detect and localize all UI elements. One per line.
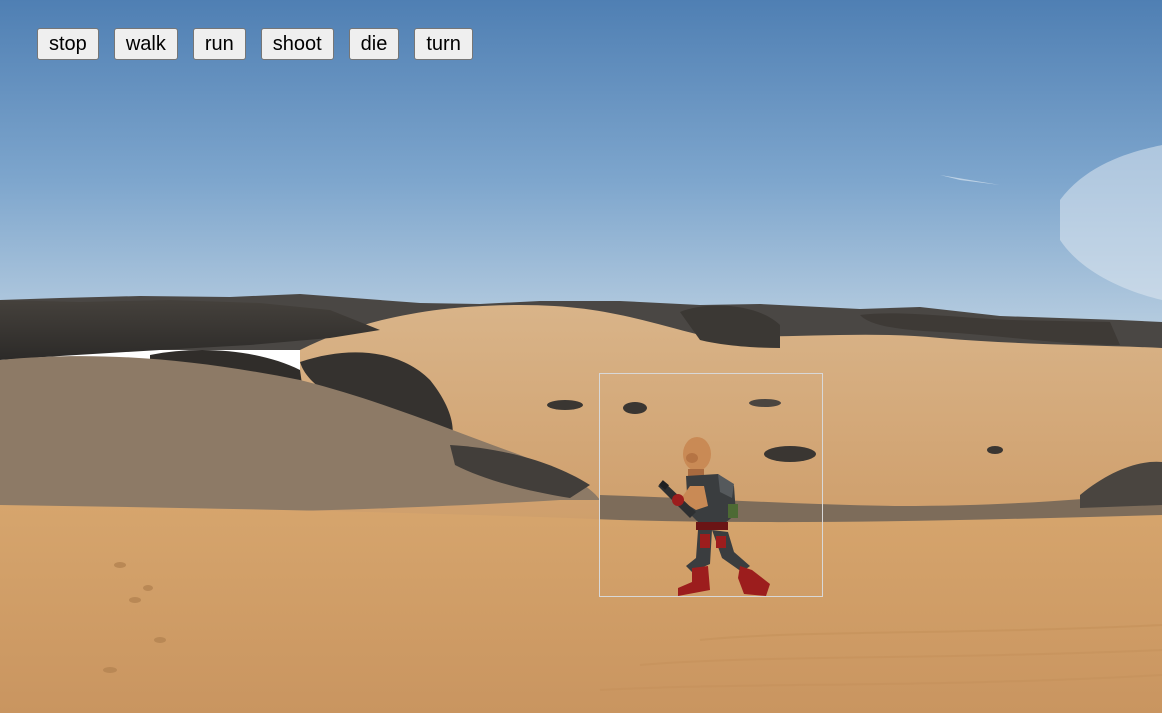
turn-button[interactable]: turn [414,28,473,60]
game-scene [0,0,1162,713]
run-button[interactable]: run [192,28,246,60]
soldier-boot-back [678,566,710,596]
shoot-button[interactable]: shoot [260,28,334,60]
soldier-boot-front [738,566,770,596]
walk-button[interactable]: walk [113,28,178,60]
die-button[interactable]: die [348,28,400,60]
character-sprite-frame [599,373,823,597]
soldier-sprite [658,437,770,596]
stop-button[interactable]: stop [37,28,99,60]
desert-background [0,0,1162,713]
animation-controls: stop walk run shoot die turn [37,28,473,60]
soldier-head [683,437,711,471]
